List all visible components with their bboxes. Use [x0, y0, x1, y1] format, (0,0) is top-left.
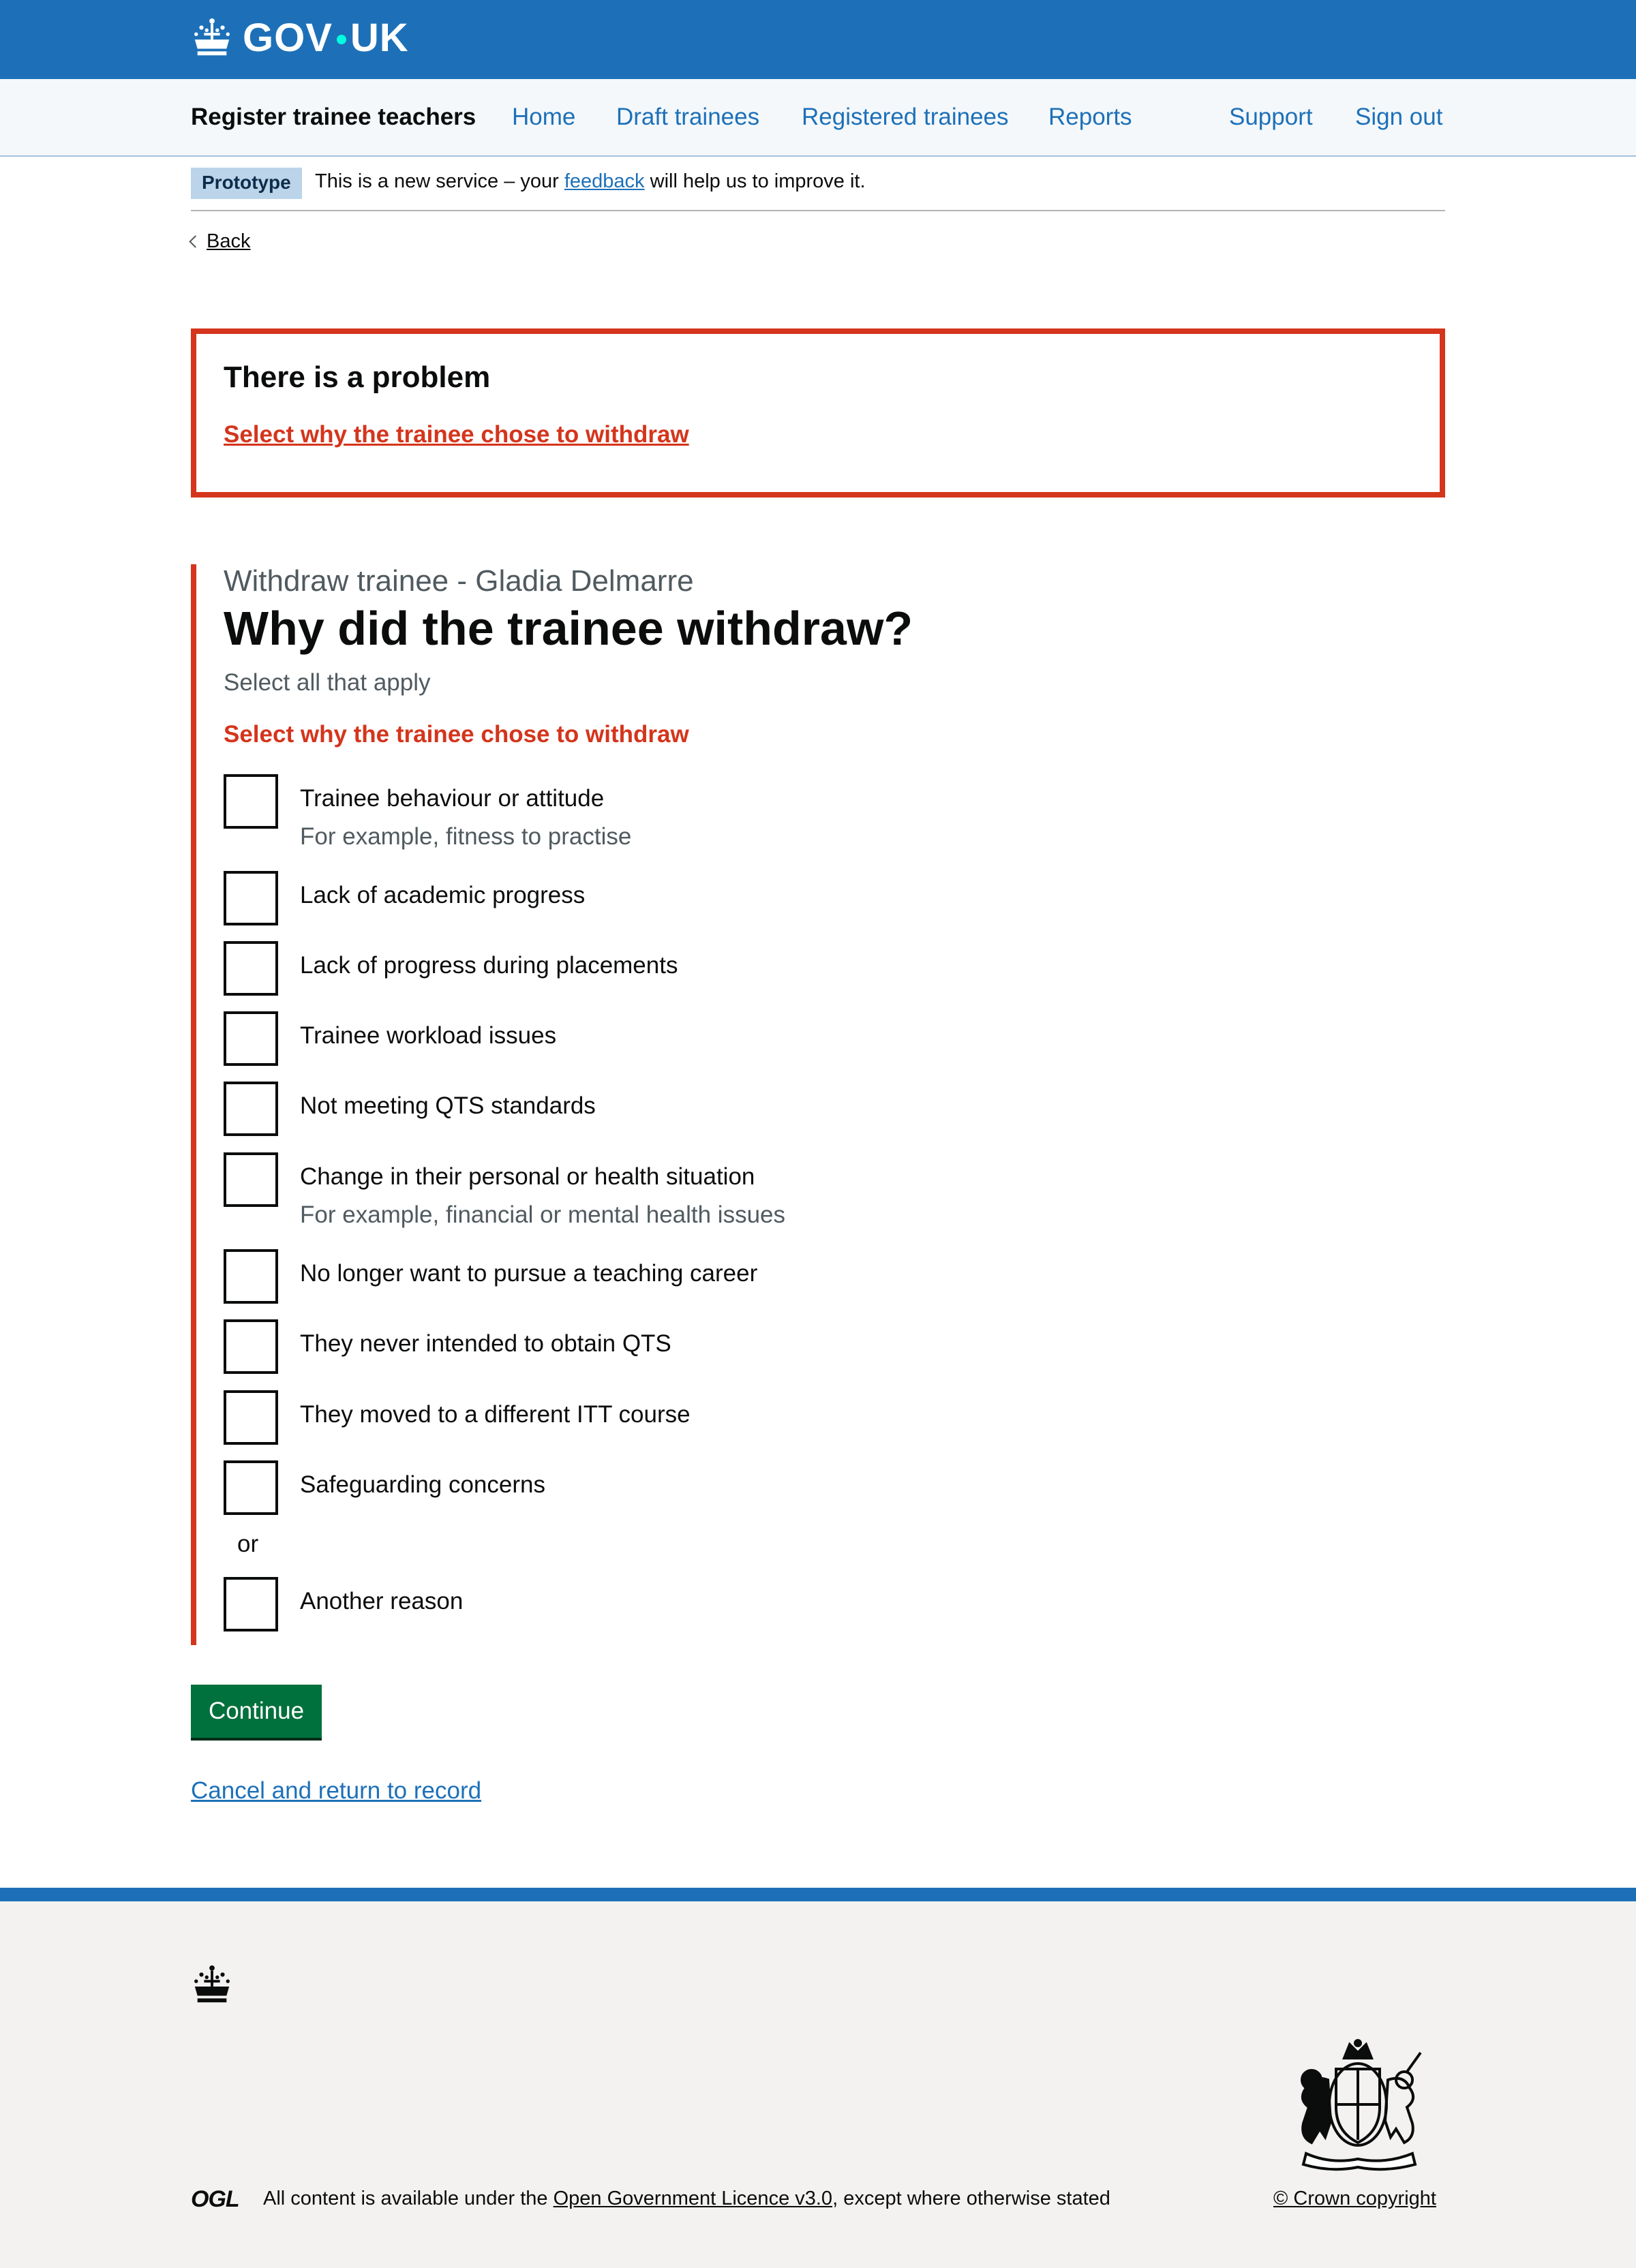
checkbox[interactable] — [224, 1152, 278, 1207]
cancel-link[interactable]: Cancel and return to record — [191, 1777, 481, 1805]
checkbox[interactable] — [224, 1082, 278, 1136]
checkbox-label[interactable]: Another reason — [300, 1588, 463, 1615]
checkbox[interactable] — [224, 1319, 278, 1374]
checkbox-label[interactable]: Lack of academic progress — [300, 882, 585, 909]
checkbox-hint: For example, fitness to practise — [300, 823, 632, 850]
page-title: Why did the trainee withdraw? — [224, 602, 913, 655]
checkbox[interactable] — [224, 1011, 278, 1066]
continue-button[interactable]: Continue — [191, 1685, 322, 1738]
nav-link-support[interactable]: Support — [1229, 104, 1313, 131]
nav-link-sign-out[interactable]: Sign out — [1355, 104, 1442, 131]
royal-coat-of-arms-icon — [1301, 2039, 1422, 2171]
checkbox[interactable] — [224, 1390, 278, 1445]
checkbox[interactable] — [224, 774, 278, 829]
checkbox-label[interactable]: Trainee behaviour or attitude — [300, 785, 604, 812]
question-hint: Select all that apply — [224, 669, 431, 696]
checkbox[interactable] — [224, 871, 278, 925]
checkbox-label[interactable]: No longer want to pursue a teaching care… — [300, 1260, 757, 1287]
checkbox-label[interactable]: Not meeting QTS standards — [300, 1092, 596, 1120]
error-summary: There is a problem Select why the traine… — [191, 328, 1445, 497]
back-link-label: Back — [207, 230, 251, 252]
nav-link-reports[interactable]: Reports — [1048, 104, 1132, 131]
checkbox[interactable] — [224, 1460, 278, 1515]
ogl-logo: OGL — [191, 2186, 240, 2212]
govuk-logo-link[interactable]: GOV UK — [191, 15, 409, 61]
checkbox-label[interactable]: They never intended to obtain QTS — [300, 1330, 671, 1358]
checkbox-label[interactable]: Lack of progress during placements — [300, 952, 678, 979]
checkbox-label[interactable]: They moved to a different ITT course — [300, 1401, 691, 1428]
feedback-link[interactable]: feedback — [564, 170, 645, 192]
phase-banner-text: This is a new service – your feedback wi… — [315, 170, 866, 192]
crown-icon — [194, 1965, 230, 2003]
service-name: Register trainee teachers — [191, 104, 476, 130]
chevron-left-icon — [189, 235, 202, 248]
nav-link-home[interactable]: Home — [512, 104, 575, 131]
field-error-message: Select why the trainee chose to withdraw — [224, 721, 689, 748]
phase-banner: Prototype This is a new service – your f… — [191, 157, 1445, 211]
checkbox[interactable] — [224, 1577, 278, 1631]
checkbox-hint: For example, financial or mental health … — [300, 1201, 786, 1228]
govuk-logo-text: GOV UK — [243, 16, 409, 60]
checkbox-label[interactable]: Trainee workload issues — [300, 1022, 556, 1049]
govuk-header: GOV UK — [0, 0, 1636, 79]
checkbox-label[interactable]: Change in their personal or health situa… — [300, 1163, 755, 1191]
licence-text: All content is available under the Open … — [263, 2188, 1110, 2209]
checkbox-divider: or — [237, 1531, 259, 1557]
checkbox[interactable] — [224, 1249, 278, 1304]
error-summary-title: There is a problem — [224, 361, 491, 394]
checkbox-label[interactable]: Safeguarding concerns — [300, 1471, 545, 1499]
nav-link-registered-trainees[interactable]: Registered trainees — [802, 104, 1009, 131]
withdraw-reasons-form-group: Withdraw trainee - Gladia Delmarre Why d… — [191, 564, 1009, 1645]
phase-tag: Prototype — [191, 168, 302, 199]
back-link[interactable]: Back — [189, 230, 251, 253]
error-summary-link[interactable]: Select why the trainee chose to withdraw — [224, 421, 689, 448]
nav-link-draft-trainees[interactable]: Draft trainees — [616, 104, 759, 131]
licence-link[interactable]: Open Government Licence v3.0 — [554, 2188, 832, 2209]
service-navigation: Register trainee teachers Home Draft tra… — [0, 79, 1636, 157]
crown-copyright-link[interactable]: © Crown copyright — [1273, 2188, 1436, 2210]
footer: OGL All content is available under the O… — [0, 1888, 1636, 2268]
page-caption: Withdraw trainee - Gladia Delmarre — [224, 564, 694, 598]
checkbox[interactable] — [224, 941, 278, 996]
crown-icon — [194, 18, 230, 55]
